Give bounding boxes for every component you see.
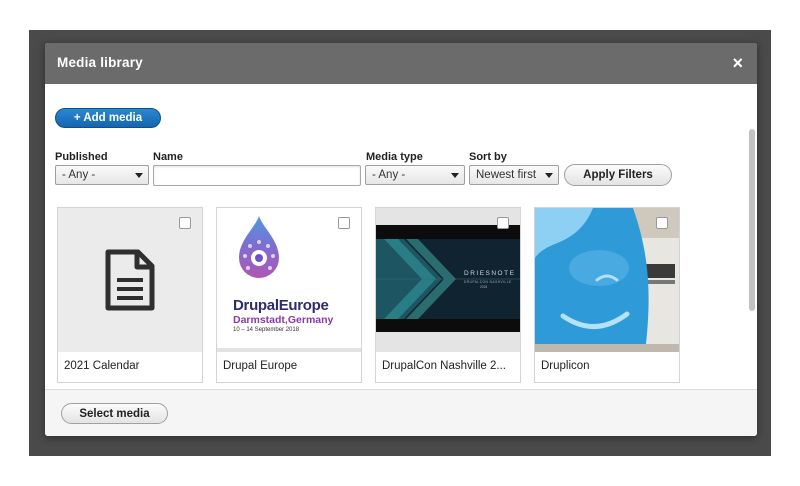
dialog-title: Media library — [57, 55, 143, 70]
slide-year: 2018 — [480, 285, 488, 289]
media-library-dialog: Media library × + Add media Published - … — [45, 43, 757, 436]
vertical-scrollbar[interactable] — [749, 129, 755, 311]
published-select[interactable]: - Any - — [55, 165, 149, 185]
media-type-label: Media type — [366, 151, 423, 163]
sort-by-label: Sort by — [469, 151, 507, 163]
select-checkbox[interactable] — [656, 217, 668, 229]
published-label: Published — [55, 151, 108, 163]
logo-dates: 10 – 14 September 2018 — [233, 327, 300, 333]
media-thumbnail — [58, 208, 202, 352]
media-card[interactable]: Druplicon — [534, 207, 680, 383]
logo-city: Darmstadt,Germany — [233, 314, 334, 326]
media-card-label: Druplicon — [541, 360, 590, 372]
document-icon — [105, 249, 155, 311]
media-thumbnail: DRIESNOTE DRUPALCON NASHVILLE 2018 — [376, 208, 520, 352]
dialog-titlebar: Media library × — [45, 43, 757, 84]
slide-title: DRIESNOTE — [464, 270, 516, 277]
slide-subtitle: DRUPALCON NASHVILLE — [464, 280, 512, 284]
dialog-content: + Add media Published - Any - Name Media… — [45, 84, 757, 389]
chevron-down-icon — [451, 173, 459, 178]
close-icon[interactable]: × — [732, 53, 743, 73]
chevron-down-icon — [135, 173, 143, 178]
media-type-select[interactable]: - Any - — [365, 165, 465, 185]
media-thumbnail: DrupalEurope Darmstadt,Germany 10 – 14 S… — [217, 208, 361, 352]
select-checkbox[interactable] — [338, 217, 350, 229]
logo-title: DrupalEurope — [233, 297, 329, 314]
name-label: Name — [153, 151, 183, 163]
media-card[interactable]: DRIESNOTE DRUPALCON NASHVILLE 2018 Drupa… — [375, 207, 521, 383]
druplicon-photo-image — [535, 208, 679, 352]
name-input[interactable] — [153, 165, 361, 186]
apply-filters-button[interactable]: Apply Filters — [564, 164, 672, 186]
media-card-label: Drupal Europe — [223, 360, 298, 372]
media-card[interactable]: 2021 Calendar — [57, 207, 203, 383]
select-checkbox[interactable] — [179, 217, 191, 229]
published-select-value: - Any - — [62, 169, 96, 181]
sort-by-select-value: Newest first — [476, 169, 537, 181]
media-card[interactable]: DrupalEurope Darmstadt,Germany 10 – 14 S… — [216, 207, 362, 383]
thumb-bottom-strip — [217, 348, 361, 352]
media-card-label: 2021 Calendar — [64, 360, 140, 372]
media-card-label: DrupalCon Nashville 2... — [382, 360, 507, 372]
add-media-button[interactable]: + Add media — [55, 108, 161, 128]
sort-by-select[interactable]: Newest first — [469, 165, 559, 185]
select-checkbox[interactable] — [497, 217, 509, 229]
media-type-select-value: - Any - — [372, 169, 406, 181]
chevron-down-icon — [545, 173, 553, 178]
media-thumbnail — [535, 208, 679, 352]
select-media-button[interactable]: Select media — [61, 403, 168, 424]
dialog-footer: Select media — [45, 389, 757, 436]
